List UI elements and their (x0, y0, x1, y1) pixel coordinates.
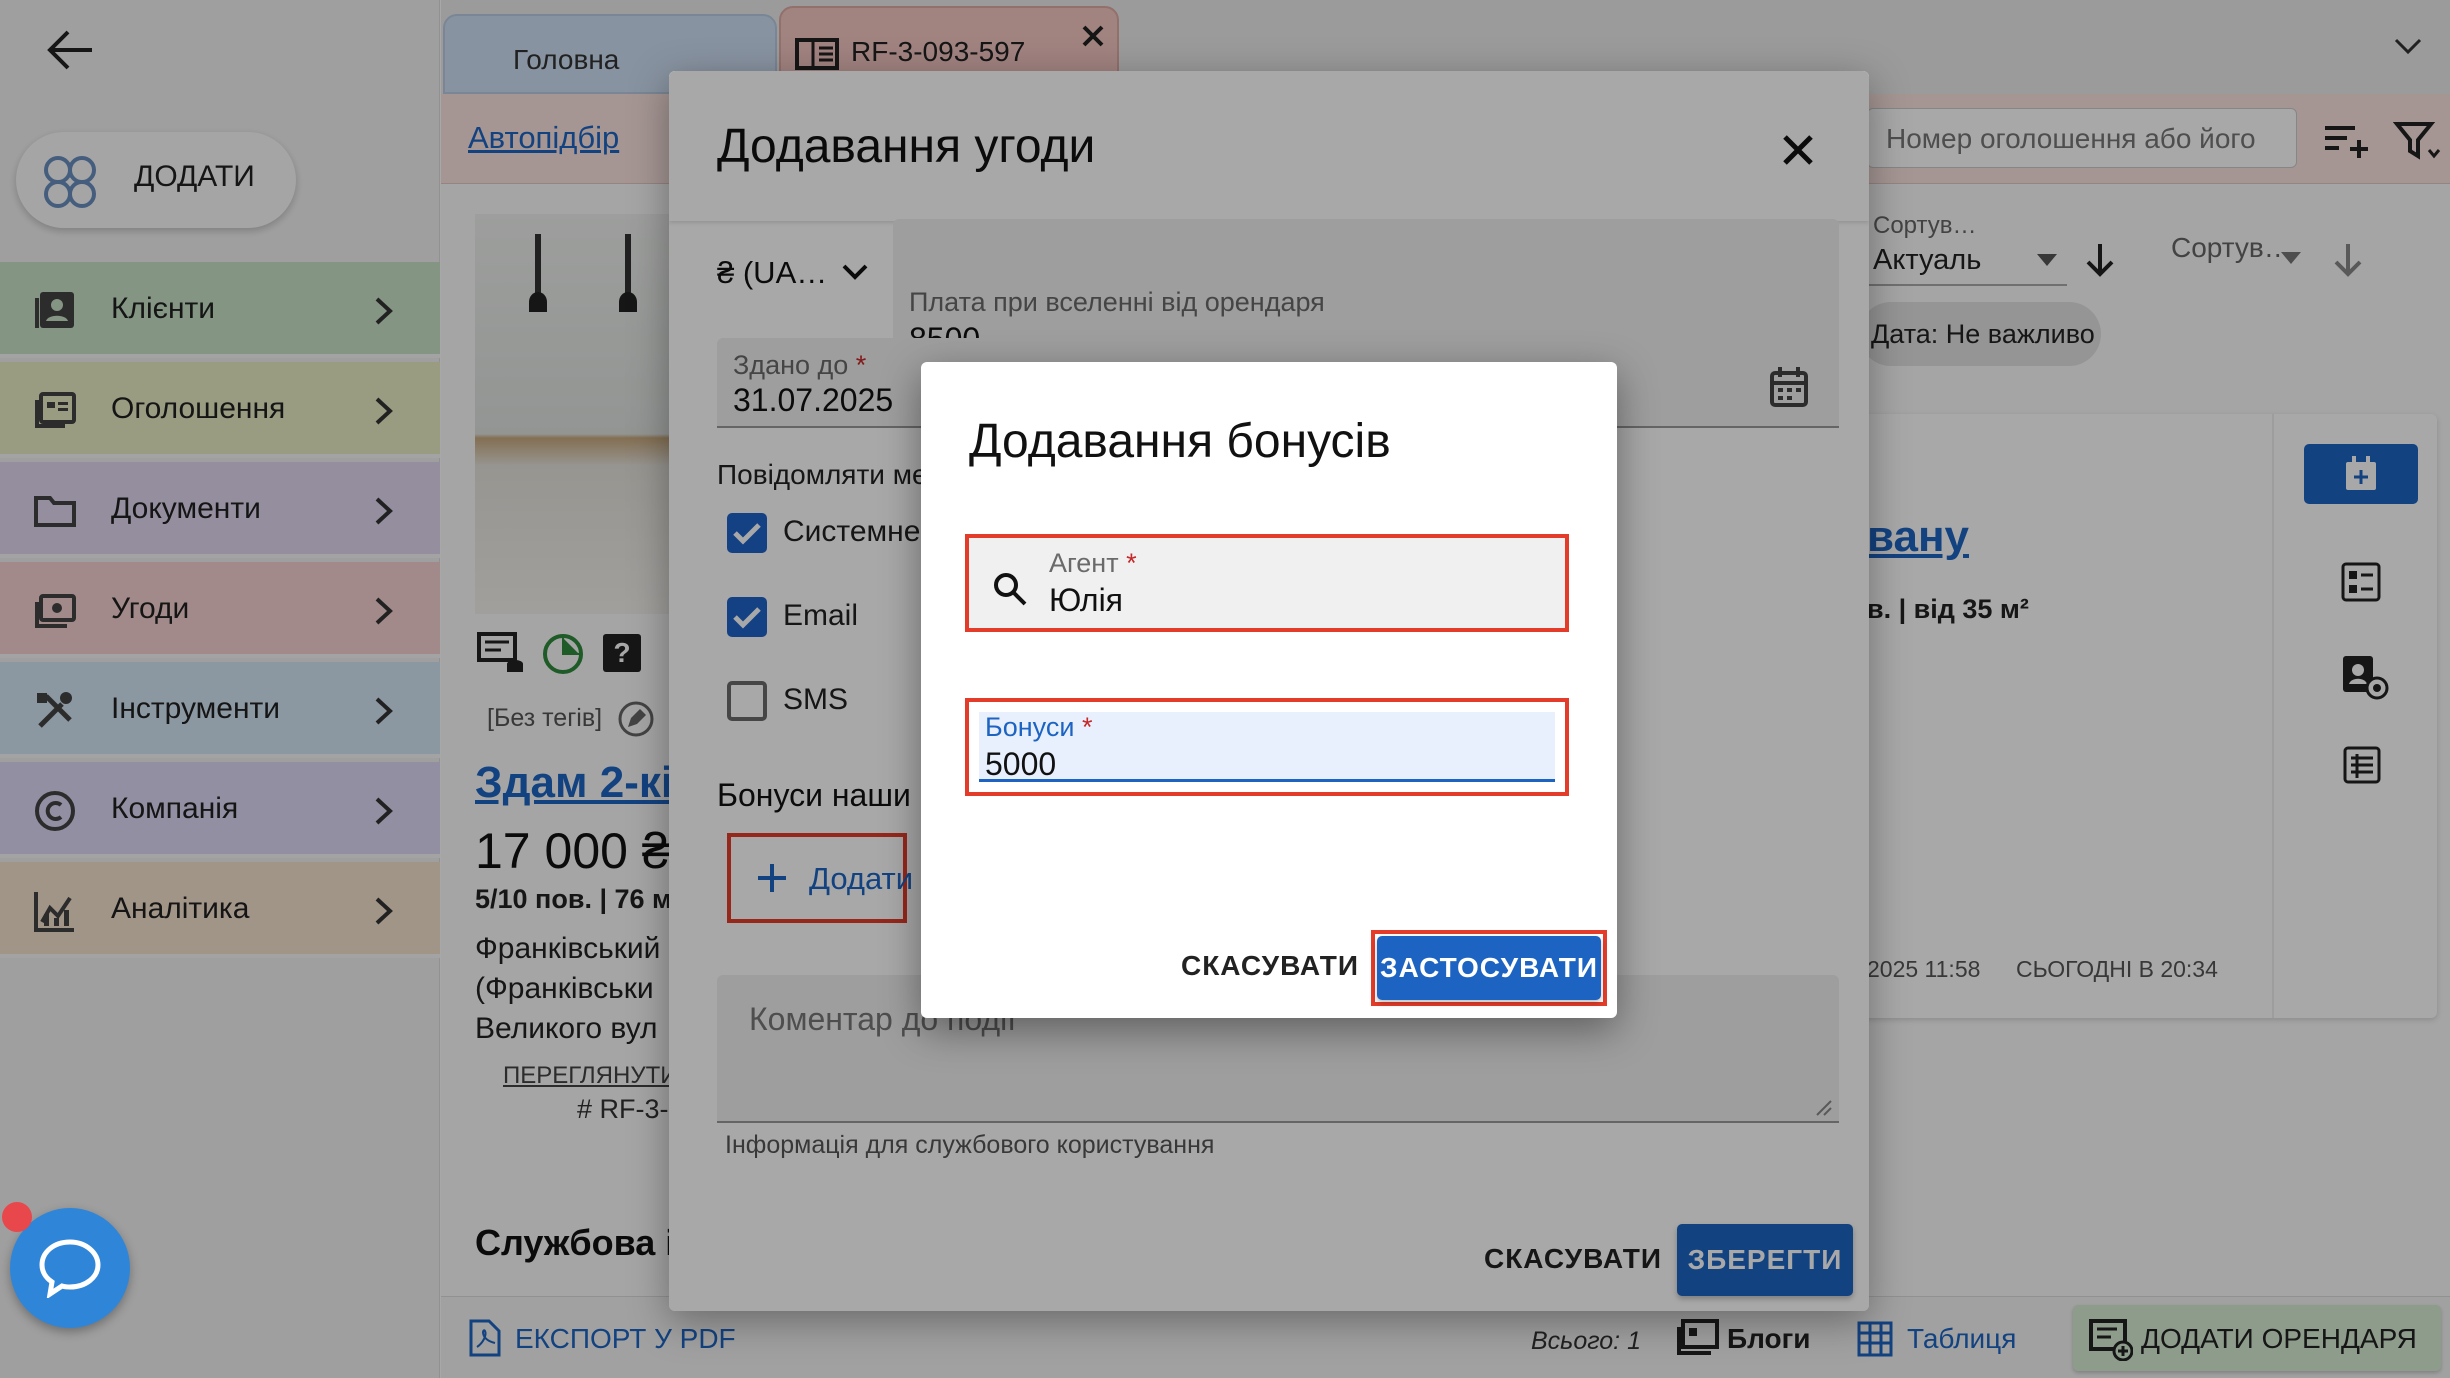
bonus-value: 5000 (985, 746, 1057, 782)
search-icon (994, 573, 1027, 606)
required-asterisk: * (1126, 548, 1137, 578)
bonus-cancel-button[interactable]: СКАСУВАТИ (1181, 950, 1359, 982)
bonus-amount-field[interactable]: Бонуси * 5000 (965, 698, 1569, 796)
apply-button[interactable]: ЗАСТОСУВАТИ (1377, 936, 1601, 1000)
agent-field[interactable]: Агент * Юлія (965, 534, 1569, 632)
required-asterisk: * (1081, 712, 1093, 742)
agent-label-text: Агент (1049, 548, 1119, 578)
bonus-dialog: Додавання бонусів Агент * Юлія Бонуси * … (921, 362, 1617, 1018)
bonus-label: Бонуси * (985, 712, 1092, 743)
bonus-label-text: Бонуси (985, 712, 1075, 742)
chat-icon (39, 1239, 101, 1298)
agent-label: Агент * (1049, 548, 1137, 579)
bonus-dialog-title: Додавання бонусів (969, 415, 1391, 468)
notification-dot (2, 1202, 32, 1232)
agent-value: Юлія (1049, 582, 1123, 618)
apply-label: ЗАСТОСУВАТИ (1380, 952, 1598, 983)
